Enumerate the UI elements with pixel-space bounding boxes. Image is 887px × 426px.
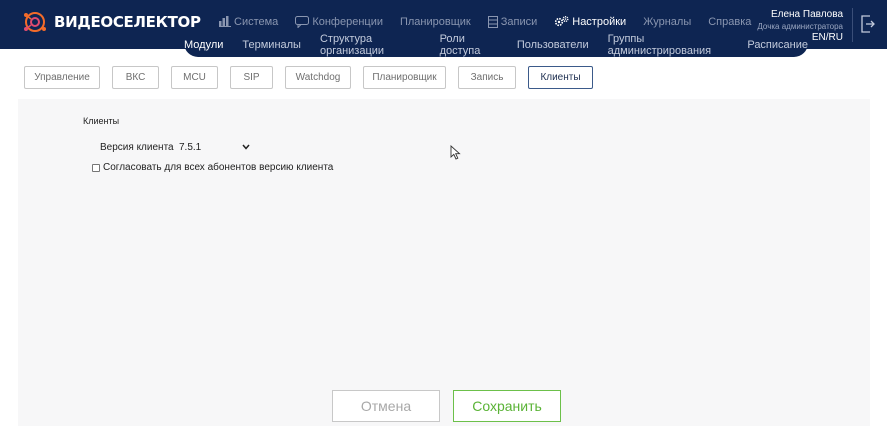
- tab-vks[interactable]: ВКС: [112, 66, 159, 89]
- client-version-select[interactable]: 7.5.1: [175, 140, 250, 154]
- logo-icon: [24, 12, 46, 32]
- nav-item-label: Справка: [708, 15, 752, 28]
- nav-item-journals[interactable]: Журналы: [643, 16, 691, 28]
- chevron-down-icon: [242, 144, 250, 150]
- tab-watchdog[interactable]: Watchdog: [285, 66, 351, 89]
- tab-management[interactable]: Управление: [24, 66, 100, 89]
- client-version-value: 7.5.1: [179, 141, 202, 153]
- gears-icon: [555, 16, 569, 27]
- user-name: Елена Павлова: [770, 9, 843, 20]
- subnav-item-org-structure[interactable]: Структура организации: [320, 33, 421, 57]
- tab-record[interactable]: Запись: [458, 66, 516, 89]
- tab-mcu[interactable]: MCU: [171, 66, 218, 89]
- clients-panel: Клиенты Версия клиента 7.5.1 Согласовать…: [18, 99, 870, 426]
- nav-item-system[interactable]: Система: [219, 16, 278, 28]
- tab-clients[interactable]: Клиенты: [528, 66, 593, 89]
- logo[interactable]: ВИДЕОСЕЛЕКТОР: [22, 9, 201, 35]
- user-role: Дочка администратора: [757, 22, 843, 31]
- module-tabs: Управление ВКС MCU SIP Watchdog Планиров…: [24, 66, 605, 89]
- nav-item-settings[interactable]: Настройки: [554, 15, 626, 28]
- divider: [852, 8, 853, 42]
- client-version-label: Версия клиента: [100, 142, 174, 153]
- mouse-cursor-icon: [450, 144, 461, 165]
- subnav-item-modules[interactable]: Модули: [184, 39, 223, 51]
- nav-item-label: Планировщик: [399, 15, 471, 28]
- nav-item-scheduler[interactable]: Планировщик: [400, 16, 471, 28]
- main-nav: Система Конференции Планировщик Записи Н…: [219, 15, 768, 28]
- logo-text: ВИДЕОСЕЛЕКТОР: [54, 13, 201, 31]
- nav-item-records[interactable]: Записи: [487, 15, 538, 28]
- section-title: Клиенты: [83, 116, 120, 126]
- tab-scheduler[interactable]: Планировщик: [363, 66, 446, 89]
- sub-nav: Модули Терминалы Структура организации Р…: [184, 33, 808, 57]
- nav-item-label: Журналы: [643, 15, 692, 28]
- nav-item-label: Настройки: [572, 15, 627, 28]
- chat-bubble-icon: [295, 15, 310, 28]
- tab-sip[interactable]: SIP: [230, 66, 273, 89]
- nav-item-label: Конференции: [312, 15, 383, 28]
- logout-button[interactable]: [861, 15, 875, 38]
- subnav-item-access-roles[interactable]: Роли доступа: [440, 33, 498, 57]
- cancel-button[interactable]: Отмена: [332, 390, 440, 422]
- nav-item-label: Система: [234, 15, 279, 28]
- sync-version-checkbox[interactable]: [92, 163, 100, 172]
- sync-version-option[interactable]: Согласовать для всех абонентов версию кл…: [92, 162, 333, 173]
- sync-version-label: Согласовать для всех абонентов версию кл…: [103, 162, 334, 173]
- subnav-item-users[interactable]: Пользователи: [517, 39, 589, 51]
- nav-item-help[interactable]: Справка: [708, 16, 751, 28]
- save-button[interactable]: Сохранить: [453, 390, 561, 422]
- film-strip-icon: [487, 15, 498, 28]
- nav-item-conferences[interactable]: Конференции: [295, 15, 383, 28]
- subnav-item-schedule[interactable]: Расписание: [747, 39, 808, 51]
- logout-icon: [861, 15, 875, 33]
- subnav-item-terminals[interactable]: Терминалы: [242, 39, 301, 51]
- subnav-item-admin-groups[interactable]: Группы администрирования: [608, 33, 729, 57]
- bar-chart-icon: [219, 16, 231, 27]
- nav-item-label: Записи: [500, 15, 538, 28]
